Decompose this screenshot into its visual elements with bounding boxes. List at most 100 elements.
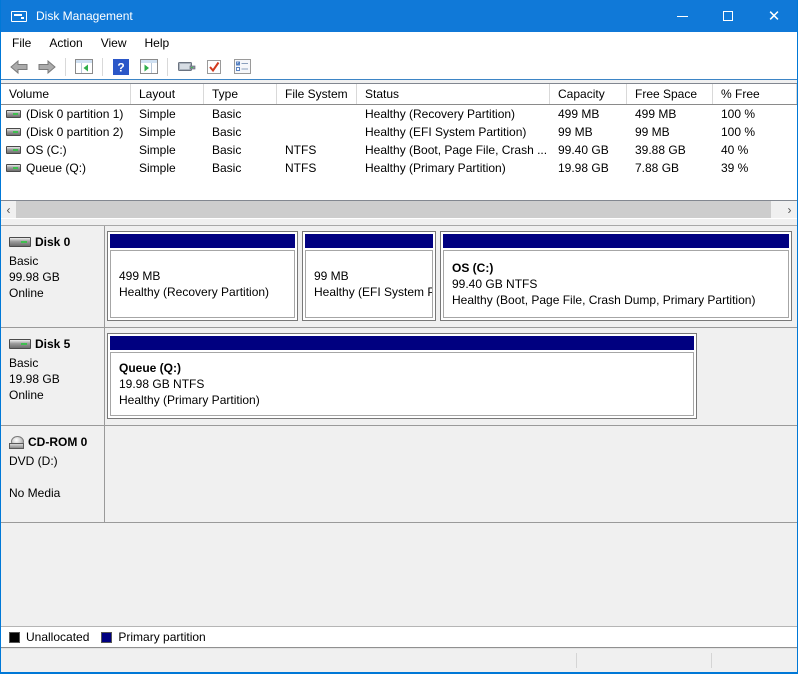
column-header-file-system[interactable]: File System	[277, 84, 357, 104]
forward-button[interactable]	[35, 56, 59, 78]
scrollbar-track[interactable]	[771, 201, 782, 218]
partition-size: 499 MB	[119, 268, 286, 284]
toolbar-separator	[65, 58, 66, 76]
back-icon	[10, 60, 28, 74]
hard-disk-icon	[9, 339, 31, 349]
volume-table-header: Volume Layout Type File System Status Ca…	[1, 84, 797, 105]
menu-help[interactable]: Help	[136, 32, 179, 54]
volume-icon	[6, 146, 21, 154]
back-button[interactable]	[7, 56, 31, 78]
partition-status: Healthy (Boot, Page File, Crash Dump, Pr…	[452, 292, 780, 308]
volume-icon	[6, 164, 21, 172]
legend-bar: Unallocated Primary partition	[1, 626, 797, 648]
horizontal-scrollbar[interactable]: ‹ ›	[1, 201, 797, 218]
cd-rom-icon	[9, 436, 24, 449]
column-header-pct-free[interactable]: % Free	[713, 84, 797, 104]
window-title: Disk Management	[36, 9, 133, 23]
table-row[interactable]: OS (C:) Simple Basic NTFS Healthy (Boot,…	[1, 141, 797, 159]
column-header-free-space[interactable]: Free Space	[627, 84, 713, 104]
column-header-volume[interactable]: Volume	[1, 84, 131, 104]
column-header-capacity[interactable]: Capacity	[550, 84, 627, 104]
cdrom0-label-cell[interactable]: CD-ROM 0 DVD (D:) No Media	[1, 426, 105, 522]
help-button[interactable]: ?	[109, 56, 133, 78]
show-console-tree-button[interactable]	[72, 56, 96, 78]
legend-item-primary-partition: Primary partition	[101, 630, 205, 644]
partition-recovery[interactable]: 499 MB Healthy (Recovery Partition)	[107, 231, 298, 321]
partition-size: 19.98 GB NTFS	[119, 376, 685, 392]
cell-file-system: NTFS	[277, 141, 357, 159]
disk-console-button[interactable]	[174, 56, 198, 78]
disk-status: Online	[9, 285, 100, 301]
disk-status: Online	[9, 387, 100, 403]
checkmark-page-icon	[206, 59, 222, 75]
cell-capacity: 99 MB	[550, 123, 627, 141]
graphical-view-filler	[1, 523, 797, 626]
partition-status: Healthy (Primary Partition)	[119, 392, 685, 408]
disk0-label-cell[interactable]: Disk 0 Basic 99.98 GB Online	[1, 226, 105, 327]
pane-splitter[interactable]	[1, 218, 797, 226]
close-button[interactable]: ✕	[751, 0, 797, 32]
close-icon: ✕	[768, 9, 781, 24]
cell-status: Healthy (EFI System Partition)	[357, 123, 550, 141]
maximize-icon	[723, 11, 733, 21]
scroll-left-arrow[interactable]: ‹	[1, 201, 16, 218]
partition-efi[interactable]: 99 MB Healthy (EFI System Par	[302, 231, 436, 321]
legend-label: Primary partition	[118, 630, 205, 644]
cell-status: Healthy (Primary Partition)	[357, 159, 550, 177]
column-header-status[interactable]: Status	[357, 84, 550, 104]
partition-queue-q[interactable]: Queue (Q:) 19.98 GB NTFS Healthy (Primar…	[107, 333, 697, 419]
action-pane-icon	[140, 59, 158, 74]
validate-button[interactable]	[202, 56, 226, 78]
disk-media-status: No Media	[9, 485, 100, 501]
checklist-icon	[234, 59, 251, 74]
menu-file[interactable]: File	[3, 32, 40, 54]
spacer-line	[9, 469, 100, 485]
table-row[interactable]: Queue (Q:) Simple Basic NTFS Healthy (Pr…	[1, 159, 797, 177]
console-tree-icon	[75, 59, 93, 74]
properties-button[interactable]	[230, 56, 254, 78]
menu-action[interactable]: Action	[40, 32, 91, 54]
partition-status: Healthy (Recovery Partition)	[119, 284, 286, 300]
disk-name: CD-ROM 0	[28, 435, 87, 449]
disk-type: Basic	[9, 355, 100, 371]
cell-status: Healthy (Boot, Page File, Crash ...	[357, 141, 550, 159]
disk-console-icon	[177, 60, 196, 74]
partition-os-c[interactable]: OS (C:) 99.40 GB NTFS Healthy (Boot, Pag…	[440, 231, 792, 321]
partition-color-bar	[443, 234, 789, 248]
table-row[interactable]: (Disk 0 partition 2) Simple Basic Health…	[1, 123, 797, 141]
volume-name: (Disk 0 partition 1)	[26, 105, 123, 123]
cell-pct-free: 39 %	[713, 159, 797, 177]
menu-view[interactable]: View	[92, 32, 136, 54]
primary-partition-swatch	[101, 632, 112, 643]
help-icon: ?	[113, 59, 129, 75]
column-header-layout[interactable]: Layout	[131, 84, 204, 104]
cell-pct-free: 100 %	[713, 105, 797, 123]
cell-layout: Simple	[131, 105, 204, 123]
maximize-button[interactable]	[705, 0, 751, 32]
cell-capacity: 19.98 GB	[550, 159, 627, 177]
partition-title: OS (C:)	[452, 260, 780, 276]
table-row[interactable]: (Disk 0 partition 1) Simple Basic Health…	[1, 105, 797, 123]
disk5-label-cell[interactable]: Disk 5 Basic 19.98 GB Online	[1, 328, 105, 425]
show-action-pane-button[interactable]	[137, 56, 161, 78]
disk-drive-letter: DVD (D:)	[9, 453, 100, 469]
cell-free-space: 499 MB	[627, 105, 713, 123]
titlebar: Disk Management ✕	[1, 0, 797, 32]
disk-band-disk5: Disk 5 Basic 19.98 GB Online Queue (Q:) …	[1, 328, 797, 426]
volume-icon	[6, 110, 21, 118]
scroll-right-arrow[interactable]: ›	[782, 201, 797, 218]
partition-size: 99.40 GB NTFS	[452, 276, 780, 292]
cell-type: Basic	[204, 105, 277, 123]
cell-free-space: 39.88 GB	[627, 141, 713, 159]
cell-type: Basic	[204, 141, 277, 159]
column-header-type[interactable]: Type	[204, 84, 277, 104]
scrollbar-thumb[interactable]	[16, 201, 771, 218]
minimize-button[interactable]	[659, 0, 705, 32]
disk-size: 99.98 GB	[9, 269, 100, 285]
legend-item-unallocated: Unallocated	[9, 630, 89, 644]
cell-capacity: 99.40 GB	[550, 141, 627, 159]
disk-band-cdrom0: CD-ROM 0 DVD (D:) No Media	[1, 426, 797, 523]
forward-icon	[38, 60, 56, 74]
partition-color-bar	[110, 336, 694, 350]
cell-layout: Simple	[131, 159, 204, 177]
